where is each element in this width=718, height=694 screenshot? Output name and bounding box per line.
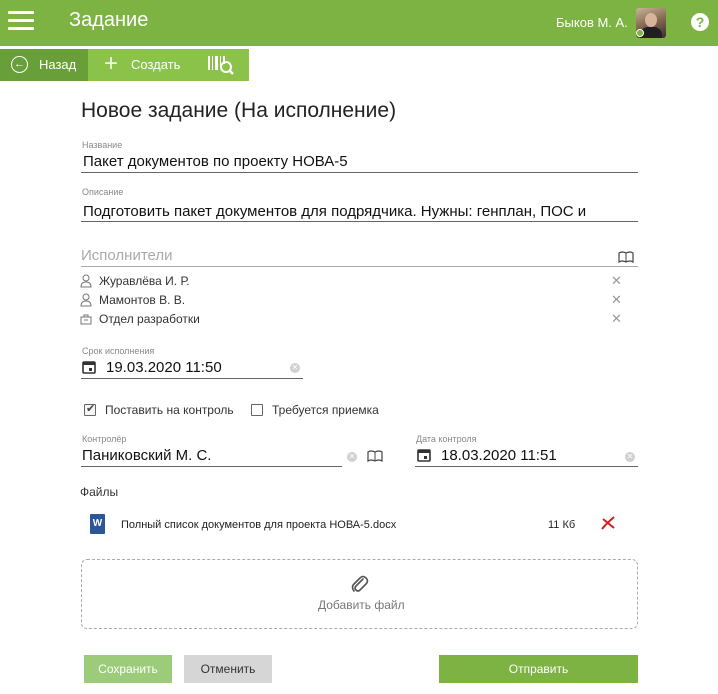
page-title: Новое задание (На исполнение): [81, 99, 397, 122]
acceptance-checkbox[interactable]: [251, 404, 263, 416]
paperclip-icon: [351, 575, 369, 592]
assignee-item: Мамонтов В. В. ✕: [80, 292, 625, 310]
send-button[interactable]: Отправить: [439, 655, 638, 683]
assignees-underline: [81, 266, 638, 267]
book-icon[interactable]: [367, 450, 383, 462]
add-file-dropzone[interactable]: Добавить файл: [81, 559, 638, 629]
create-label: Создать: [131, 57, 181, 72]
controller-underline: [81, 466, 342, 467]
barcode-search-icon[interactable]: [207, 54, 235, 76]
remove-assignee-icon[interactable]: ✕: [611, 273, 622, 289]
assignee-name: Мамонтов В. В.: [99, 293, 186, 307]
assignee-name: Журавлёва И. Р.: [99, 274, 190, 288]
add-file-label: Добавить файл: [318, 598, 405, 612]
description-underline: [81, 221, 638, 222]
name-label: Название: [82, 140, 123, 150]
online-status-icon: [636, 29, 644, 37]
assignee-item: Отдел разработки ✕: [80, 311, 625, 329]
deadline-underline: [81, 378, 303, 379]
arrow-left-icon: ←: [11, 56, 28, 73]
acceptance-checkbox-label: Требуется приемка: [272, 403, 379, 417]
clear-controller-icon[interactable]: ✕: [347, 452, 357, 462]
description-label: Описание: [82, 187, 124, 197]
app-title: Задание: [69, 9, 149, 31]
description-input[interactable]: Подготовить пакет документов для подрядч…: [83, 203, 638, 220]
back-label: Назад: [39, 57, 77, 72]
book-icon[interactable]: [618, 251, 634, 263]
assignee-item: Журавлёва И. Р. ✕: [80, 273, 625, 291]
menu-icon[interactable]: [8, 11, 34, 31]
save-button[interactable]: Сохранить: [84, 655, 172, 683]
user-name[interactable]: Быков М. А.: [556, 15, 628, 30]
word-document-icon: W: [90, 514, 105, 534]
controller-label: Контролёр: [82, 434, 127, 444]
control-date-input[interactable]: 18.03.2020 11:51: [441, 447, 557, 464]
deadline-input[interactable]: 19.03.2020 11:50: [106, 359, 222, 376]
name-input[interactable]: Пакет документов по проекту НОВА-5: [83, 153, 638, 170]
app-header: Задание Быков М. А. ?: [0, 0, 718, 46]
control-checkbox[interactable]: [84, 402, 96, 416]
clear-control-date-icon[interactable]: ✕: [625, 452, 635, 462]
toolbar: ← Назад + Создать: [0, 49, 718, 81]
back-button[interactable]: ← Назад: [0, 49, 88, 81]
file-size: 11 Кб: [548, 519, 576, 531]
clear-deadline-icon[interactable]: ✕: [290, 363, 300, 373]
name-underline: [81, 172, 638, 173]
control-date-label: Дата контроля: [416, 434, 477, 444]
delete-file-icon[interactable]: [600, 515, 616, 531]
remove-assignee-icon[interactable]: ✕: [611, 311, 622, 327]
deadline-label: Срок исполнения: [82, 346, 155, 356]
person-icon: [80, 274, 92, 288]
cancel-button[interactable]: Отменить: [184, 655, 272, 683]
remove-assignee-icon[interactable]: ✕: [611, 292, 622, 308]
department-icon: [80, 314, 92, 325]
person-icon: [80, 293, 92, 307]
file-name[interactable]: Полный список документов для проекта НОВ…: [121, 519, 396, 531]
files-label: Файлы: [80, 485, 119, 499]
assignees-label[interactable]: Исполнители: [81, 247, 173, 264]
assignee-name: Отдел разработки: [99, 312, 200, 326]
control-checkbox-label: Поставить на контроль: [105, 403, 234, 417]
control-date-underline: [415, 466, 638, 467]
calendar-icon[interactable]: [417, 448, 431, 462]
plus-icon: +: [104, 50, 119, 77]
calendar-icon[interactable]: [82, 360, 96, 374]
controller-input[interactable]: Паниковский М. С.: [82, 447, 211, 464]
help-icon[interactable]: ?: [691, 13, 709, 31]
